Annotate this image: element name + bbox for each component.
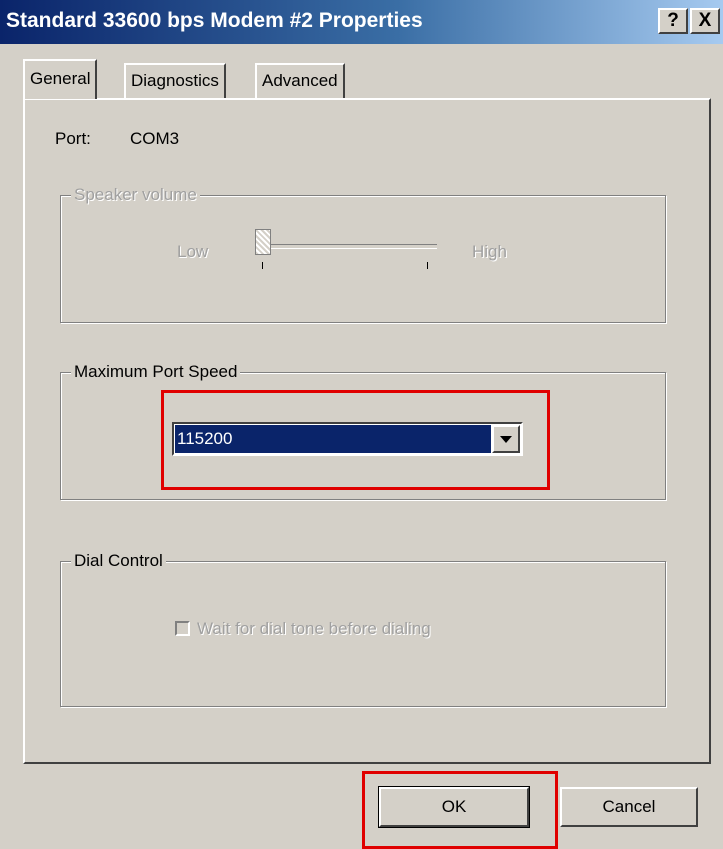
- max-port-speed-group: Maximum Port Speed 115200: [60, 362, 666, 500]
- volume-low-label: Low: [177, 242, 209, 261]
- tab-advanced-label: Advanced: [262, 71, 338, 90]
- window-title: Standard 33600 bps Modem #2 Properties: [6, 9, 423, 32]
- port-label: Port:: [55, 129, 91, 148]
- tab-advanced[interactable]: Advanced: [255, 63, 345, 99]
- volume-high-label: High: [472, 242, 507, 261]
- title-bar[interactable]: Standard 33600 bps Modem #2 Properties ?…: [0, 0, 723, 44]
- wait-dial-tone-checkbox[interactable]: [175, 621, 190, 636]
- volume-tick-high: [427, 262, 428, 269]
- tab-general[interactable]: General: [23, 59, 98, 99]
- dial-control-group: Dial Control Wait for dial tone before d…: [60, 551, 666, 707]
- max-port-speed-legend: Maximum Port Speed: [71, 362, 241, 382]
- cancel-button[interactable]: Cancel: [560, 787, 698, 827]
- wait-dial-tone-label: Wait for dial tone before dialing: [197, 619, 431, 638]
- help-button[interactable]: ?: [658, 8, 688, 34]
- speaker-volume-legend: Speaker volume: [71, 185, 200, 205]
- ok-button[interactable]: OK: [379, 787, 529, 827]
- volume-slider-track: [261, 244, 437, 249]
- chevron-down-icon: [500, 436, 512, 443]
- close-button[interactable]: X: [690, 8, 720, 34]
- dial-control-legend: Dial Control: [71, 551, 166, 571]
- volume-slider-thumb[interactable]: [255, 229, 271, 255]
- tab-general-label: General: [30, 69, 91, 88]
- port-value: COM3: [130, 129, 180, 148]
- volume-tick-low: [262, 262, 263, 269]
- tab-diagnostics[interactable]: Diagnostics: [124, 63, 226, 99]
- port-speed-value: 115200: [175, 425, 491, 453]
- port-speed-select[interactable]: 115200: [172, 422, 523, 456]
- dropdown-arrow-button[interactable]: [492, 425, 520, 453]
- speaker-volume-group: Speaker volume Low High: [60, 185, 666, 323]
- tab-diagnostics-label: Diagnostics: [131, 71, 219, 90]
